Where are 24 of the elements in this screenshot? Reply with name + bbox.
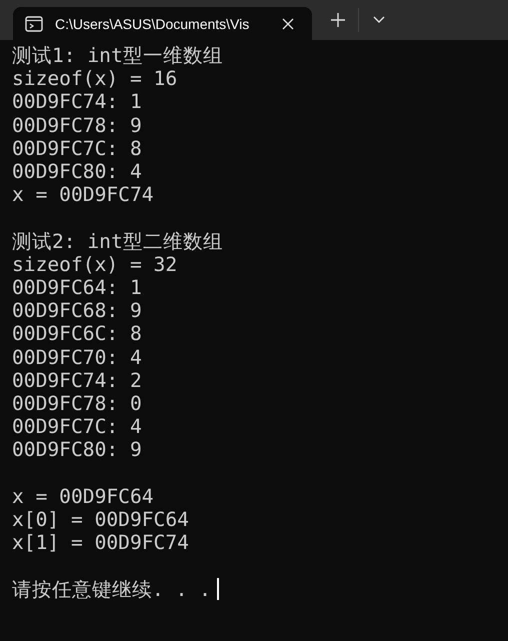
tab-title: C:\Users\ASUS\Documents\Vis bbox=[55, 16, 250, 32]
terminal-tab[interactable]: C:\Users\ASUS\Documents\Vis bbox=[13, 7, 312, 40]
console-line: 00D9FC6C: 8 bbox=[12, 322, 142, 346]
console-line: x = 00D9FC74 bbox=[12, 183, 154, 206]
console-line: 测试2: int型二维数组 bbox=[12, 230, 223, 253]
console-line: 00D9FC78: 9 bbox=[12, 114, 142, 137]
console-line: 00D9FC7C: 8 bbox=[12, 136, 142, 160]
console-line: 00D9FC80: 9 bbox=[12, 438, 142, 462]
console-line: 00D9FC68: 9 bbox=[12, 299, 142, 322]
console-line: 00D9FC80: 4 bbox=[12, 160, 142, 184]
terminal-icon bbox=[25, 16, 43, 32]
console-line: 00D9FC7C: 4 bbox=[12, 415, 142, 438]
console-line: x[0] = 00D9FC64 bbox=[12, 508, 189, 532]
console-line: 00D9FC64: 1 bbox=[12, 276, 142, 300]
console-line: sizeof(x) = 32 bbox=[12, 252, 178, 276]
console-line: 测试1: int型一维数组 bbox=[12, 44, 223, 68]
console-line: 请按任意键继续. . . bbox=[12, 578, 211, 601]
console-line: x = 00D9FC64 bbox=[12, 484, 154, 508]
console-line: 00D9FC78: 0 bbox=[12, 392, 142, 416]
console-line: 00D9FC74: 1 bbox=[12, 90, 142, 114]
console-line: x[1] = 00D9FC74 bbox=[12, 531, 189, 554]
console-line: 00D9FC70: 4 bbox=[12, 346, 142, 369]
console-line: 00D9FC74: 2 bbox=[12, 368, 142, 392]
console-line: sizeof(x) = 16 bbox=[12, 67, 178, 90]
